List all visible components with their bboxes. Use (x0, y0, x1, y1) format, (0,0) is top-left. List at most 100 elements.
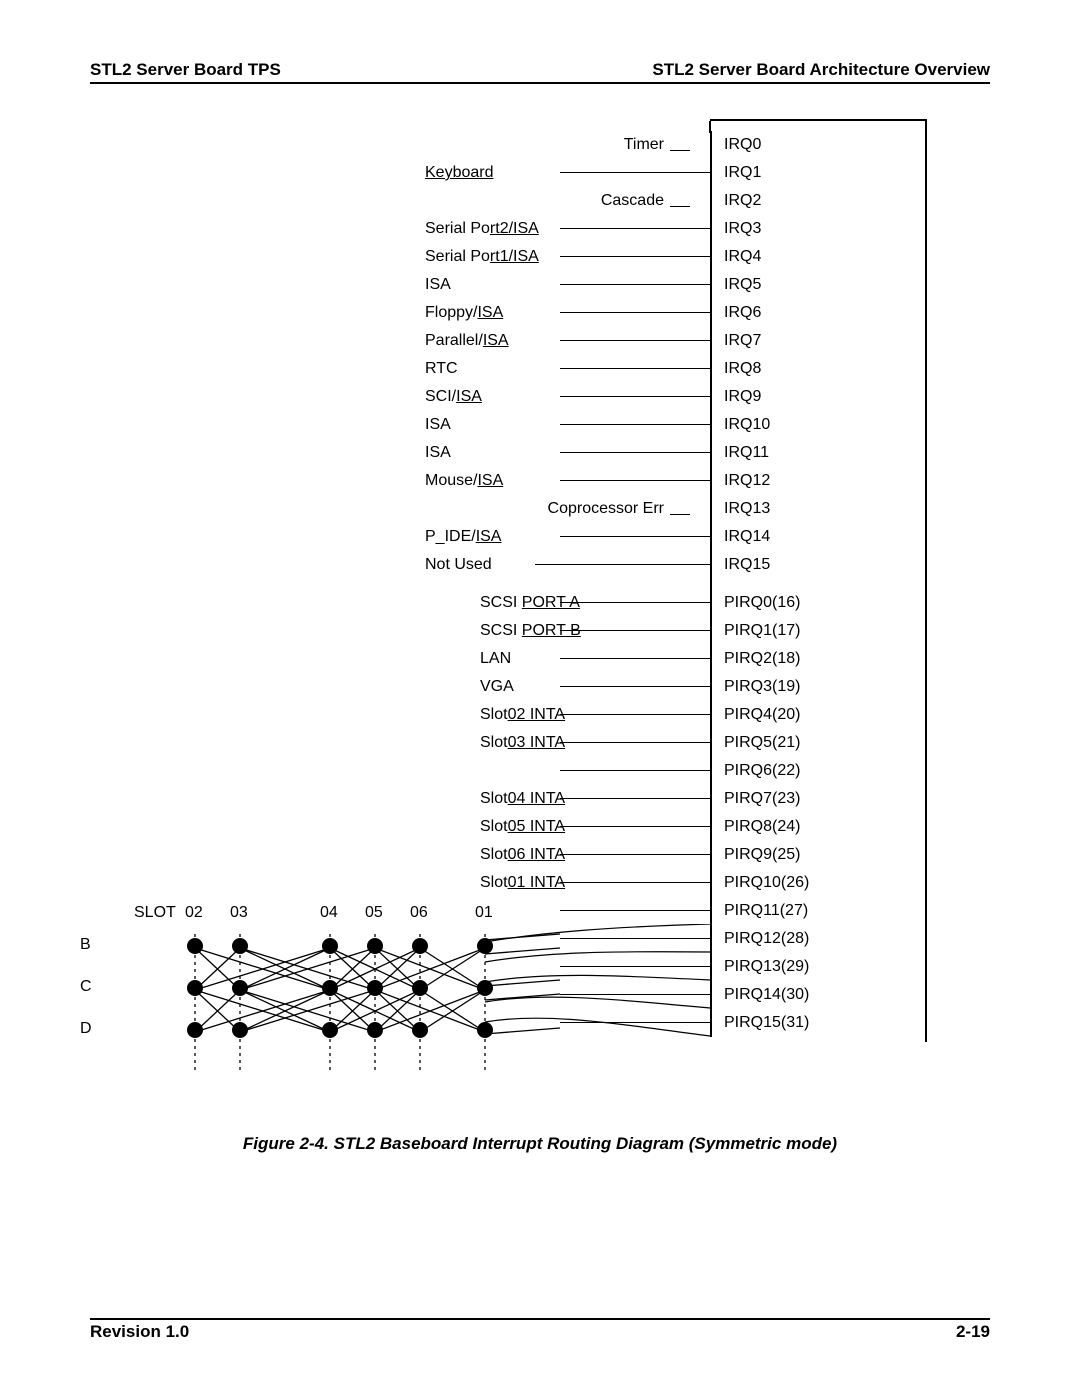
slot-col-04: 04 (320, 904, 338, 922)
page-header: STL2 Server Board TPS STL2 Server Board … (90, 60, 990, 84)
irq-label: PIRQ8(24) (710, 818, 800, 836)
slot-node (367, 980, 383, 996)
irq-label: PIRQ1(17) (710, 622, 800, 640)
interrupt-diagram: TimerIRQ0KeyboardIRQ1CascadeIRQ2Serial P… (90, 114, 990, 1104)
irq-label: IRQ15 (710, 556, 770, 574)
irq-row: PIRQ6(22) (710, 757, 925, 785)
irq-row: SCSI PORT APIRQ0(16) (710, 589, 925, 617)
slot-node (187, 980, 203, 996)
irq-row: Not UsedIRQ15 (710, 551, 925, 579)
irq-row: P_IDE/ISAIRQ14 (710, 523, 925, 551)
irq-label: IRQ14 (710, 528, 770, 546)
irq-label: IRQ5 (710, 276, 761, 294)
irq-row: ISAIRQ10 (710, 411, 925, 439)
slot-node (367, 938, 383, 954)
irq-label: IRQ11 (710, 444, 769, 462)
slot-col-06: 06 (410, 904, 428, 922)
page-footer: Revision 1.0 2-19 (90, 1318, 990, 1342)
irq-label: IRQ9 (710, 388, 761, 406)
irq-row: Floppy/ISAIRQ6 (710, 299, 925, 327)
device-label: VGA (480, 678, 700, 696)
irq-row: Serial Port2/ISAIRQ3 (710, 215, 925, 243)
irq-label: PIRQ7(23) (710, 790, 800, 808)
device-label: Slot05 INTA (480, 818, 700, 836)
slot-row-D: D (90, 1012, 610, 1054)
slot-node (477, 938, 493, 954)
header-left: STL2 Server Board TPS (90, 60, 281, 80)
irq-row: TimerIRQ0 (710, 131, 925, 159)
irq-label: PIRQ11(27) (710, 902, 808, 920)
irq-label: IRQ3 (710, 220, 761, 238)
irq-row: ISAIRQ5 (710, 271, 925, 299)
irq-row: CascadeIRQ2 (710, 187, 925, 215)
device-label: Serial Port2/ISA (425, 220, 685, 238)
device-label: P_IDE/ISA (425, 528, 685, 546)
slot-label: SLOT (134, 904, 176, 922)
slot-node (367, 1022, 383, 1038)
device-label: Slot02 INTA (480, 706, 700, 724)
irq-row: Mouse/ISAIRQ12 (710, 467, 925, 495)
slot-row-B: B (90, 928, 610, 970)
device-label: RTC (425, 360, 685, 378)
irq-label: PIRQ3(19) (710, 678, 800, 696)
irq-row: Slot02 INTAPIRQ4(20) (710, 701, 925, 729)
slot-node (187, 1022, 203, 1038)
device-label: Timer (430, 136, 690, 154)
figure-caption: Figure 2-4. STL2 Baseboard Interrupt Rou… (90, 1134, 990, 1154)
irq-row: Slot06 INTAPIRQ9(25) (710, 841, 925, 869)
device-label: SCSI PORT B (480, 622, 700, 640)
irq-label: IRQ4 (710, 248, 761, 266)
irq-row: SCI/ISAIRQ9 (710, 383, 925, 411)
footer-left: Revision 1.0 (90, 1322, 189, 1342)
irq-label: PIRQ4(20) (710, 706, 800, 724)
slot-node (232, 980, 248, 996)
irq-row: PIRQ15(31) (710, 1009, 925, 1037)
irq-label: PIRQ9(25) (710, 846, 800, 864)
irq-label: IRQ7 (710, 332, 761, 350)
irq-label: PIRQ6(22) (710, 762, 800, 780)
device-label: Mouse/ISA (425, 472, 685, 490)
irq-row: PIRQ13(29) (710, 953, 925, 981)
irq-label: IRQ10 (710, 416, 770, 434)
slot-node (322, 980, 338, 996)
irq-row: Serial Port1/ISAIRQ4 (710, 243, 925, 271)
irq-label: IRQ2 (710, 192, 761, 210)
irq-row: VGAPIRQ3(19) (710, 673, 925, 701)
slot-col-03: 03 (230, 904, 248, 922)
irq-label: IRQ8 (710, 360, 761, 378)
irq-label: PIRQ0(16) (710, 594, 800, 612)
device-label: ISA (425, 276, 685, 294)
irq-row: Slot04 INTAPIRQ7(23) (710, 785, 925, 813)
irq-row: ISAIRQ11 (710, 439, 925, 467)
slot-node (187, 938, 203, 954)
irq-row: PIRQ14(30) (710, 981, 925, 1009)
device-label: Slot06 INTA (480, 846, 700, 864)
irq-row: RTCIRQ8 (710, 355, 925, 383)
irq-row: Slot01 INTAPIRQ10(26) (710, 869, 925, 897)
device-label: Not Used (425, 556, 685, 574)
slot-row-label: B (80, 936, 120, 954)
slot-node (477, 1022, 493, 1038)
header-right: STL2 Server Board Architecture Overview (652, 60, 990, 80)
slot-row-label: D (80, 1020, 120, 1038)
irq-row: Parallel/ISAIRQ7 (710, 327, 925, 355)
slot-row-label: C (80, 978, 120, 996)
irq-row: LANPIRQ2(18) (710, 645, 925, 673)
slot-node (477, 980, 493, 996)
device-label: SCSI PORT A (480, 594, 700, 612)
irq-row: SCSI PORT BPIRQ1(17) (710, 617, 925, 645)
slot-col-05: 05 (365, 904, 383, 922)
device-label: Floppy/ISA (425, 304, 685, 322)
device-label: Slot04 INTA (480, 790, 700, 808)
slot-col-02: 02 (185, 904, 203, 922)
irq-row: Coprocessor ErrIRQ13 (710, 495, 925, 523)
irq-box: TimerIRQ0KeyboardIRQ1CascadeIRQ2Serial P… (710, 119, 927, 1042)
device-label: Slot01 INTA (480, 874, 700, 892)
slot-matrix: SLOT020304050601BCD (90, 904, 610, 1054)
slot-node (322, 1022, 338, 1038)
irq-row: PIRQ12(28) (710, 925, 925, 953)
irq-label: IRQ1 (710, 164, 761, 182)
device-label: Cascade (430, 192, 690, 210)
slot-node (412, 1022, 428, 1038)
slot-col-01: 01 (475, 904, 493, 922)
